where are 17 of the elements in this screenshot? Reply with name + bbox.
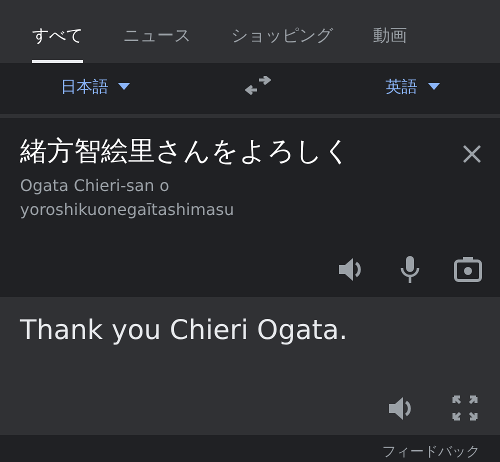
caret-icon	[428, 83, 440, 90]
feedback-link[interactable]: フィードバック	[382, 444, 480, 460]
camera-icon[interactable]	[454, 257, 482, 282]
source-text-field[interactable]: 緒方智絵里さんをよろしく	[20, 136, 351, 168]
caret-icon	[118, 83, 130, 90]
fullscreen-icon[interactable]	[452, 395, 478, 421]
microphone-icon[interactable]	[400, 256, 420, 283]
close-icon[interactable]	[462, 144, 482, 164]
tab[interactable]: 動画	[373, 0, 407, 63]
target-language-dropdown[interactable]: 英語	[380, 74, 446, 100]
tab[interactable]: ショッピング	[231, 0, 333, 63]
source-language-dropdown[interactable]: 日本語	[54, 74, 136, 100]
romanization-text: Ogata Chieri-san o yoroshikuonegaītashimasu	[20, 175, 236, 221]
tab[interactable]: ニュース	[123, 0, 191, 63]
tab[interactable]: すべて	[32, 0, 83, 63]
swap-languages-button[interactable]	[244, 76, 271, 98]
translation-text: Thank you Chieri Ogata.	[20, 314, 349, 348]
